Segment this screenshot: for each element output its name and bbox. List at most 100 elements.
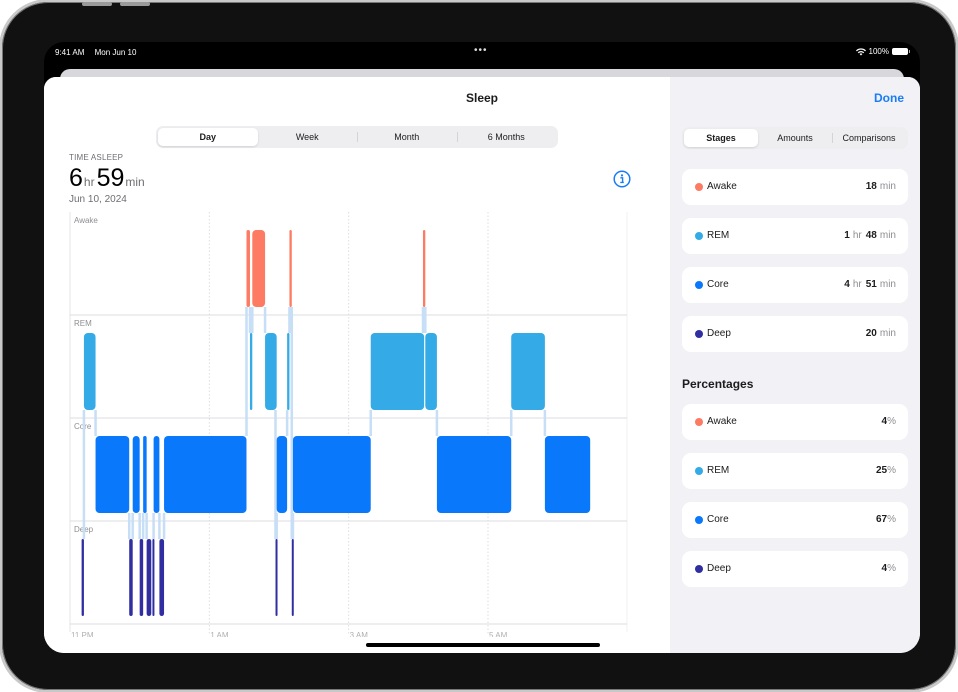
sleep-bar-rem (511, 333, 545, 410)
core-dot-icon (695, 281, 703, 289)
wifi-icon (855, 47, 866, 55)
rem-dot-icon (695, 467, 703, 475)
deep-dot-icon (695, 330, 703, 338)
value-unit: min (879, 328, 896, 339)
deep-dot-icon (695, 565, 703, 573)
percentage-value: 4% (882, 416, 896, 427)
sleep-bar-core (95, 436, 130, 513)
sleep-bar-deep (291, 539, 294, 616)
value-unit: % (887, 465, 896, 476)
value-number: 51 (865, 279, 877, 290)
sleep-stages-chart: 11 PM1 AM3 AM5 AMAwakeREMCoreDeep (69, 212, 628, 637)
percentage-value: 4% (882, 563, 896, 574)
value-unit: min (879, 279, 896, 290)
screen: 9:41 AM Mon Jun 10 ••• 100% Sleep Done D… (44, 42, 920, 653)
rem-dot-icon (695, 232, 703, 240)
status-time: 9:41 AM (55, 48, 85, 57)
stage-card-rem[interactable]: REM 1 hr 48 min (682, 218, 908, 254)
sleep-bar-core (276, 436, 288, 513)
sleep-bar-deep (81, 539, 84, 616)
sleep-bar-rem (370, 333, 425, 410)
sleep-bar-core (436, 436, 512, 513)
ipad-device-frame: 9:41 AM Mon Jun 10 ••• 100% Sleep Done D… (2, 2, 956, 690)
sleep-bar-rem (249, 333, 253, 410)
value-unit: min (879, 230, 896, 241)
volume-up-button (82, 2, 112, 6)
x-tick-label: 1 AM (210, 631, 229, 637)
battery-percent: 100% (868, 47, 889, 56)
awake-dot-icon (695, 418, 703, 426)
value-unit: hr (852, 230, 862, 241)
value-number: 18 (865, 181, 877, 192)
x-tick-label: 3 AM (350, 631, 369, 637)
value-unit: % (887, 416, 896, 427)
percentages-title: Percentages (682, 377, 754, 391)
value-unit: % (887, 514, 896, 525)
sleep-bar-deep (146, 539, 152, 616)
stage-name: REM (707, 465, 730, 476)
status-date: Mon Jun 10 (94, 48, 137, 57)
percentage-value: 25% (876, 465, 896, 476)
sleep-bar-deep (129, 539, 133, 616)
value-unit: % (887, 563, 896, 574)
stage-card-deep[interactable]: Deep 20 min (682, 316, 908, 352)
stage-name: Awake (707, 416, 737, 427)
core-dot-icon (695, 516, 703, 524)
tab-stages[interactable]: Stages (684, 129, 758, 147)
row-label-rem: REM (74, 319, 92, 328)
sleep-bar-deep (152, 539, 155, 616)
sleep-bar-rem (265, 333, 277, 410)
value-number: 20 (865, 328, 877, 339)
value-unit: min (879, 181, 896, 192)
duration-value: 18 min (866, 181, 896, 192)
sleep-bar-awake (422, 230, 426, 307)
sleep-bar-deep (159, 539, 165, 616)
stage-name: Core (707, 514, 729, 525)
stage-card-awake[interactable]: Awake 18 min (682, 169, 908, 205)
stage-name: Core (707, 279, 729, 290)
tab-amounts[interactable]: Amounts (758, 129, 832, 147)
duration-value: 4 hr 51 min (844, 279, 896, 290)
sleep-bar-deep (275, 539, 278, 616)
done-button[interactable]: Done (874, 91, 904, 105)
value-number: 1 (844, 230, 850, 241)
sleep-bar-deep (139, 539, 144, 616)
sleep-bar-core (132, 436, 140, 513)
stage-card-core[interactable]: Core 4 hr 51 min (682, 267, 908, 303)
status-bar: 9:41 AM Mon Jun 10 ••• 100% (44, 42, 920, 64)
stage-name: Awake (707, 181, 737, 192)
percentage-card-core[interactable]: Core 67% (682, 502, 908, 538)
x-tick-label: 5 AM (489, 631, 508, 637)
value-number: 25 (875, 465, 888, 476)
sleep-bar-awake (289, 230, 292, 307)
value-unit: hr (852, 279, 862, 290)
volume-down-button (120, 2, 150, 6)
percentage-card-rem[interactable]: REM 25% (682, 453, 908, 489)
value-number: 4 (844, 279, 850, 290)
sleep-bar-core (544, 436, 591, 513)
home-indicator[interactable] (366, 643, 600, 647)
more-dots-icon[interactable]: ••• (474, 45, 488, 56)
sleep-sheet: Sleep Done Day Week Month 6 Months TIME … (44, 77, 920, 653)
percentage-card-awake[interactable]: Awake 4% (682, 404, 908, 440)
sleep-bar-awake (252, 230, 266, 307)
awake-dot-icon (695, 183, 703, 191)
stage-name: Deep (707, 563, 731, 574)
x-tick-label: 11 PM (71, 631, 94, 637)
duration-value: 20 min (866, 328, 896, 339)
stage-name: REM (707, 230, 730, 241)
sleep-bar-core (164, 436, 247, 513)
battery-icon (892, 48, 910, 55)
view-segmented-control: Stages Amounts Comparisons (682, 127, 908, 149)
percentage-card-deep[interactable]: Deep 4% (682, 551, 908, 587)
row-label-awake: Awake (74, 216, 98, 225)
tab-comparisons[interactable]: Comparisons (832, 129, 906, 147)
sleep-bar-awake (246, 230, 250, 307)
sleep-bar-rem (287, 333, 290, 410)
value-number: 48 (865, 230, 877, 241)
stage-name: Deep (707, 328, 731, 339)
sleep-bar-core (292, 436, 371, 513)
sleep-bar-core (153, 436, 160, 513)
percentage-value: 67% (876, 514, 896, 525)
sleep-bar-rem (425, 333, 437, 410)
